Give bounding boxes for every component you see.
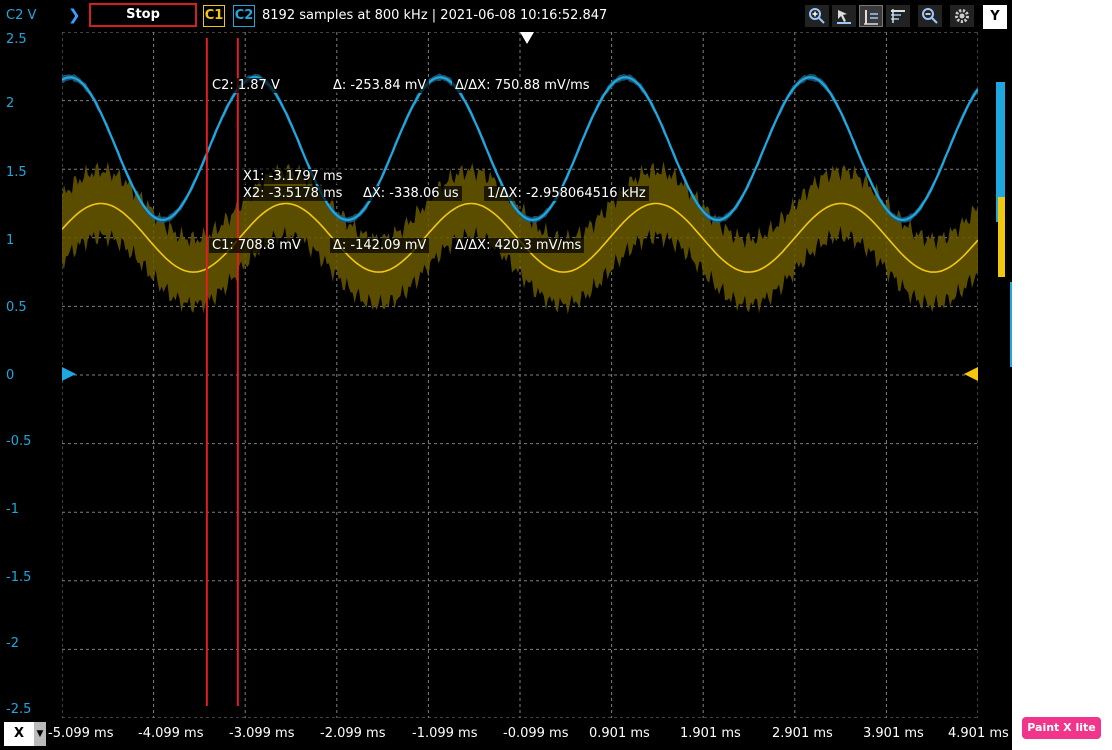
acquisition-status: 8192 samples at 800 kHz | 2021-06-08 10:… <box>262 8 608 23</box>
horizontal-cursor-icon[interactable] <box>886 5 910 27</box>
chevron-down-icon[interactable]: ▼ <box>34 722 46 746</box>
gear-icon[interactable] <box>950 5 974 27</box>
inverse-delta-x-value: 1/ΔX: -2.958064516 kHz <box>484 186 649 201</box>
y-tick-label: -2.5 <box>6 702 32 717</box>
x1-cursor-value: X1: -3.1797 ms <box>240 169 346 184</box>
x-tick-label: -4.099 ms <box>138 726 204 741</box>
chevron-right-icon[interactable]: ❯ <box>68 6 81 24</box>
x-tick-label: -2.099 ms <box>320 726 386 741</box>
zoom-out-icon[interactable] <box>918 5 942 27</box>
x-tick-label: 4.901 ms <box>948 726 1009 741</box>
c1-cursor-value: C1: 708.8 mV <box>209 238 304 253</box>
waveform-chart[interactable] <box>62 32 978 718</box>
x-tick-label: 3.901 ms <box>863 726 924 741</box>
y-tick-label: -0.5 <box>6 434 32 449</box>
y-tick-label: 1.5 <box>6 165 27 180</box>
x-tick-label: -1.099 ms <box>412 726 478 741</box>
c1-delta-value: Δ: -142.09 mV <box>330 238 430 253</box>
paint-x-lite-badge[interactable]: Paint X lite <box>1022 717 1101 739</box>
c2-delta-value: Δ: -253.84 mV <box>330 78 430 93</box>
channel-2-button[interactable]: C2 <box>233 5 255 27</box>
channel-1-button[interactable]: C1 <box>203 5 225 27</box>
y-tick-label: -2 <box>6 636 19 651</box>
stop-button[interactable]: Stop <box>89 3 197 27</box>
y-tick-label: 0 <box>6 368 15 383</box>
c2-cursor-value: C2: 1.87 V <box>209 78 283 93</box>
toolbar: C2 V ❯ Stop C1 C2 8192 samples at 800 kH… <box>0 0 1012 32</box>
channel-1-histogram <box>998 197 1005 277</box>
cursor-arrow-icon[interactable] <box>832 5 856 27</box>
vertical-cursor-icon[interactable] <box>859 5 883 27</box>
y-tick-label: -1 <box>6 502 19 517</box>
y-tick-label: 1 <box>6 233 15 248</box>
x-tick-label: -3.099 ms <box>229 726 295 741</box>
x-axis-button[interactable]: X <box>4 722 34 746</box>
y-tick-label: -1.5 <box>6 570 32 585</box>
x2-cursor-value: X2: -3.5178 ms <box>240 186 346 201</box>
y-tick-label: 2.5 <box>6 32 27 47</box>
x-tick-label: 1.901 ms <box>680 726 741 741</box>
plot-area[interactable]: C2: 1.87 V Δ: -253.84 mV Δ/ΔX: 750.88 mV… <box>62 32 978 718</box>
channel-2-offset-marker[interactable] <box>62 367 76 381</box>
trigger-level-marker[interactable] <box>964 367 978 381</box>
y-tick-label: 2 <box>6 96 15 111</box>
y-tick-label: 0.5 <box>6 300 27 315</box>
c2-rate-value: Δ/ΔX: 750.88 mV/ms <box>452 78 593 93</box>
histogram-strip <box>978 32 1012 718</box>
y-axis-button[interactable]: Y <box>983 5 1007 29</box>
x-tick-label: 0.901 ms <box>589 726 650 741</box>
zoom-in-icon[interactable] <box>805 5 829 27</box>
x-axis: X ▼ -5.099 ms -4.099 ms -3.099 ms -2.099… <box>0 718 1012 750</box>
trigger-position-marker[interactable] <box>520 32 534 44</box>
channel-2-level-bar <box>1010 282 1012 367</box>
y-axis: 2.5 2 1.5 1 0.5 0 -0.5 -1 -1.5 -2 -2.5 <box>0 32 62 718</box>
grid <box>62 32 978 718</box>
x-tick-label: 2.901 ms <box>772 726 833 741</box>
y-axis-unit-label: C2 V <box>6 8 37 23</box>
x-tick-label: -5.099 ms <box>48 726 114 741</box>
x-tick-label: -0.099 ms <box>503 726 569 741</box>
delta-x-value: ΔX: -338.06 us <box>360 186 462 201</box>
c1-rate-value: Δ/ΔX: 420.3 mV/ms <box>452 238 585 253</box>
